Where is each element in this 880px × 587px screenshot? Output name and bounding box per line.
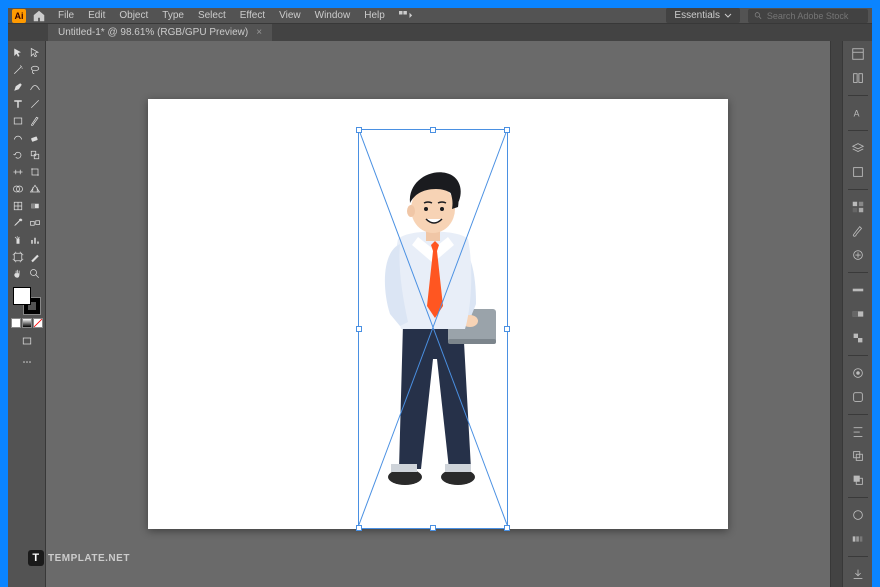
color-mode-gradient[interactable] xyxy=(22,318,32,328)
color-mode-solid[interactable] xyxy=(11,318,21,328)
graphic-styles-panel-icon[interactable] xyxy=(849,388,867,406)
blend-tool-icon[interactable] xyxy=(27,215,43,231)
scale-tool-icon[interactable] xyxy=(27,147,43,163)
app-logo-icon: Ai xyxy=(12,9,26,23)
artboards-panel-icon[interactable] xyxy=(849,163,867,181)
app-frame: Ai File Edit Object Type Select Effect V… xyxy=(8,8,872,576)
character-panel-icon[interactable]: A xyxy=(849,104,867,122)
color-panel-icon[interactable] xyxy=(849,506,867,524)
appearance-panel-icon[interactable] xyxy=(849,364,867,382)
edit-toolbar-icon[interactable] xyxy=(19,354,35,370)
eyedropper-tool-icon[interactable] xyxy=(10,215,26,231)
canvas-area[interactable] xyxy=(46,41,830,587)
workspace: A xyxy=(8,41,872,587)
arrange-documents-icon[interactable] xyxy=(399,11,413,21)
transform-panel-icon[interactable] xyxy=(849,447,867,465)
pathfinder-panel-icon[interactable] xyxy=(849,471,867,489)
swatches-panel-icon[interactable] xyxy=(849,198,867,216)
workspace-switcher[interactable]: Essentials xyxy=(666,8,740,23)
menu-edit[interactable]: Edit xyxy=(82,8,111,23)
curvature-tool-icon[interactable] xyxy=(27,79,43,95)
search-icon xyxy=(754,11,763,21)
svg-text:A: A xyxy=(853,109,859,119)
asset-export-panel-icon[interactable] xyxy=(849,565,867,583)
pen-tool-icon[interactable] xyxy=(10,79,26,95)
document-tab-bar: Untitled-1* @ 98.61% (RGB/GPU Preview) × xyxy=(8,24,872,41)
free-transform-tool-icon[interactable] xyxy=(27,164,43,180)
shaper-tool-icon[interactable] xyxy=(10,130,26,146)
brushes-panel-icon[interactable] xyxy=(849,222,867,240)
line-tool-icon[interactable] xyxy=(27,96,43,112)
document-tab-title: Untitled-1* @ 98.61% (RGB/GPU Preview) xyxy=(58,27,248,38)
artwork-businessman xyxy=(148,99,728,529)
menu-select[interactable]: Select xyxy=(192,8,232,23)
artboard xyxy=(148,99,728,529)
gradient-tool-icon[interactable] xyxy=(27,198,43,214)
menu-file[interactable]: File xyxy=(52,8,80,23)
perspective-grid-tool-icon[interactable] xyxy=(27,181,43,197)
watermark: T TEMPLATE.NET xyxy=(28,550,130,566)
screen-mode-icon[interactable] xyxy=(19,333,35,349)
menu-object[interactable]: Object xyxy=(113,8,154,23)
width-tool-icon[interactable] xyxy=(10,164,26,180)
menu-type[interactable]: Type xyxy=(156,8,190,23)
direct-selection-tool-icon[interactable] xyxy=(27,45,43,61)
menu-bar: Ai File Edit Object Type Select Effect V… xyxy=(8,8,872,24)
align-panel-icon[interactable] xyxy=(849,423,867,441)
document-tab[interactable]: Untitled-1* @ 98.61% (RGB/GPU Preview) × xyxy=(48,24,272,41)
stroke-panel-icon[interactable] xyxy=(849,281,867,299)
fill-stroke-swatches[interactable] xyxy=(13,287,41,315)
home-icon[interactable] xyxy=(32,9,46,23)
rectangle-tool-icon[interactable] xyxy=(10,113,26,129)
libraries-panel-icon[interactable] xyxy=(849,69,867,87)
color-mode-swatches xyxy=(11,318,43,328)
symbols-panel-icon[interactable] xyxy=(849,246,867,264)
layers-panel-icon[interactable] xyxy=(849,139,867,157)
artboard-tool-icon[interactable] xyxy=(10,249,26,265)
right-panel-dock: A xyxy=(842,41,872,587)
tools-panel xyxy=(8,41,46,587)
shape-builder-tool-icon[interactable] xyxy=(10,181,26,197)
panel-collapse-strip[interactable] xyxy=(830,41,842,587)
magic-wand-tool-icon[interactable] xyxy=(10,62,26,78)
type-tool-icon[interactable] xyxy=(10,96,26,112)
watermark-icon: T xyxy=(28,550,44,566)
lasso-tool-icon[interactable] xyxy=(27,62,43,78)
menu-help[interactable]: Help xyxy=(358,8,391,23)
hand-tool-icon[interactable] xyxy=(10,266,26,282)
close-icon[interactable]: × xyxy=(256,27,262,38)
search-input[interactable] xyxy=(767,11,862,21)
gradient-panel-icon[interactable] xyxy=(849,305,867,323)
menu-effect[interactable]: Effect xyxy=(234,8,271,23)
symbol-sprayer-tool-icon[interactable] xyxy=(10,232,26,248)
slice-tool-icon[interactable] xyxy=(27,249,43,265)
zoom-tool-icon[interactable] xyxy=(27,266,43,282)
transparency-panel-icon[interactable] xyxy=(849,329,867,347)
paintbrush-tool-icon[interactable] xyxy=(27,113,43,129)
menu-window[interactable]: Window xyxy=(309,8,357,23)
rotate-tool-icon[interactable] xyxy=(10,147,26,163)
color-guide-panel-icon[interactable] xyxy=(849,530,867,548)
chevron-down-icon xyxy=(724,12,732,20)
menu-view[interactable]: View xyxy=(273,8,307,23)
watermark-text: TEMPLATE.NET xyxy=(48,553,130,564)
fill-swatch[interactable] xyxy=(13,287,31,305)
mesh-tool-icon[interactable] xyxy=(10,198,26,214)
color-mode-none[interactable] xyxy=(33,318,43,328)
selection-tool-icon[interactable] xyxy=(10,45,26,61)
search-box[interactable] xyxy=(748,9,868,23)
column-graph-tool-icon[interactable] xyxy=(27,232,43,248)
eraser-tool-icon[interactable] xyxy=(27,130,43,146)
properties-panel-icon[interactable] xyxy=(849,45,867,63)
workspace-label: Essentials xyxy=(674,10,720,21)
